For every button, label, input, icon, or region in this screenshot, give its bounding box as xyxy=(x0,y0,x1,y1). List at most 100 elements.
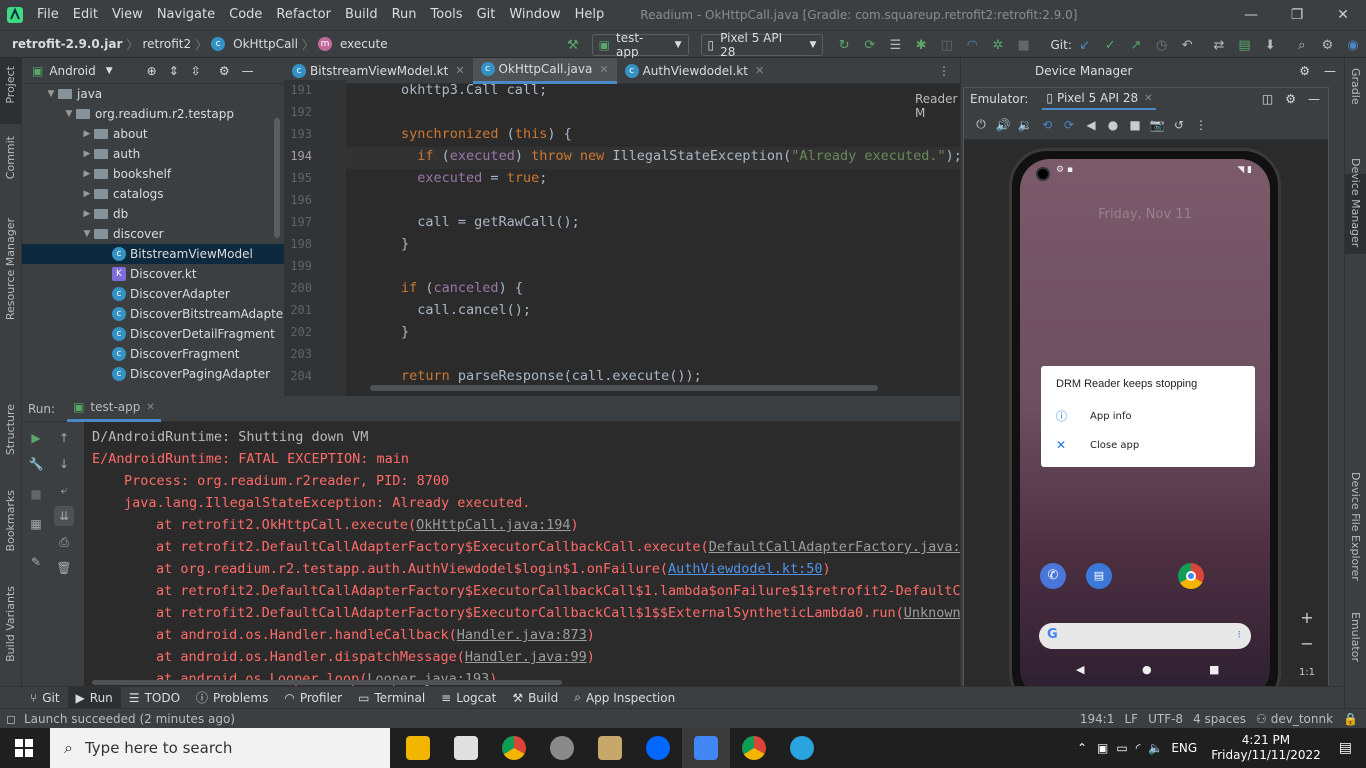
camera-icon[interactable]: 📷 xyxy=(1146,114,1168,136)
tab-test-app[interactable]: ▣ test-app ✕ xyxy=(67,396,161,422)
zoom-in-icon[interactable]: + xyxy=(1294,608,1320,634)
nav-recents-icon[interactable]: ■ xyxy=(1209,663,1219,676)
menu-file[interactable]: File xyxy=(30,0,66,30)
structure-tool-tab[interactable]: Structure xyxy=(4,404,17,455)
settings-gear-icon[interactable]: ⚙ xyxy=(219,64,230,78)
stacktrace-link[interactable]: OkHttpCall.java:194 xyxy=(416,517,570,533)
device-dropdown[interactable]: ▯ Pixel 5 API 28 ▼ xyxy=(700,31,824,59)
sdk-manager-icon[interactable]: ⬇ xyxy=(1259,34,1281,56)
tray-app-icon[interactable]: ▣ xyxy=(1097,741,1108,755)
rollback-icon[interactable]: ↶ xyxy=(1176,34,1198,56)
chevron-down-icon[interactable]: ▼ xyxy=(80,229,94,239)
device-manager-icon[interactable]: ▤ xyxy=(1234,34,1256,56)
tab-profiler[interactable]: ◠ Profiler xyxy=(276,687,350,709)
taskbar-search[interactable]: ⌕ Type here to search xyxy=(50,728,390,768)
code-area[interactable]: okhttp3.Call call; synchronized (this) { … xyxy=(284,80,962,396)
layout-icon[interactable]: ◫ xyxy=(1262,92,1273,106)
code-line[interactable]: okhttp3.Call call; xyxy=(401,82,547,98)
restore-window-button[interactable]: ❐ xyxy=(1274,0,1320,30)
tree-item[interactable]: ▼ org.readium.r2.testapp xyxy=(22,104,284,124)
nav-back-icon[interactable]: ◀ xyxy=(1076,663,1084,676)
chevron-down-icon[interactable]: ▼ xyxy=(44,89,58,99)
tree-item[interactable]: c DiscoverPagingAdapter xyxy=(22,364,284,384)
close-icon[interactable]: ✕ xyxy=(146,402,154,413)
chrome-app[interactable] xyxy=(490,728,538,768)
menu-view[interactable]: View xyxy=(105,0,150,30)
reader-mode-label[interactable]: Reader M xyxy=(915,92,960,120)
project-view-selector[interactable]: Android xyxy=(49,64,95,78)
emulator-tool-tab[interactable]: Emulator xyxy=(1349,612,1362,662)
apply-changes-icon[interactable]: ↻ xyxy=(833,34,855,56)
tree-item[interactable]: c DiscoverFragment xyxy=(22,344,284,364)
telegram-app[interactable] xyxy=(778,728,826,768)
editor-horizontal-scrollbar[interactable] xyxy=(370,385,878,391)
phone-app-icon[interactable]: ✆ xyxy=(1040,563,1066,589)
tree-item[interactable]: ▶ catalogs xyxy=(22,184,284,204)
code-line[interactable]: if (canceled) { xyxy=(401,280,523,296)
tab-terminal[interactable]: ▭ Terminal xyxy=(350,687,433,709)
menu-build[interactable]: Build xyxy=(338,0,385,30)
menu-edit[interactable]: Edit xyxy=(66,0,105,30)
debug-icon[interactable]: ✱ xyxy=(910,34,932,56)
tree-item[interactable]: c DiscoverDetailFragment xyxy=(22,324,284,344)
menu-window[interactable]: Window xyxy=(502,0,567,30)
caret-position[interactable]: 194:1 xyxy=(1080,712,1115,726)
code-line[interactable]: call = getRawCall(); xyxy=(401,214,580,230)
tree-scrollbar[interactable] xyxy=(274,118,280,238)
tab-app-inspection[interactable]: ⌕ App Inspection xyxy=(566,687,683,709)
tree-item[interactable]: ▶ auth xyxy=(22,144,284,164)
tree-item[interactable]: ▼ java xyxy=(22,84,284,104)
device-file-explorer-tool-tab[interactable]: Device File Explorer xyxy=(1349,472,1362,581)
zoom-out-icon[interactable]: − xyxy=(1294,634,1320,660)
lock-icon[interactable]: 🔒 xyxy=(1343,712,1358,726)
back-icon[interactable]: ◀ xyxy=(1080,114,1102,136)
snapshot-icon[interactable]: ↺ xyxy=(1168,114,1190,136)
tab-run[interactable]: ▶ Run xyxy=(67,686,121,709)
settings-gear-icon[interactable]: ⚙ xyxy=(1285,92,1296,106)
stacktrace-link[interactable]: Handler.java:873 xyxy=(457,627,587,643)
search-icon[interactable]: ⌕ xyxy=(1291,34,1313,56)
battery-icon[interactable]: ▭ xyxy=(1116,741,1127,755)
chevron-right-icon[interactable]: ▶ xyxy=(80,209,94,219)
tree-item[interactable]: ▶ bookshelf xyxy=(22,164,284,184)
console-output[interactable]: D/AndroidRuntime: Shutting down VM E/Andr… xyxy=(22,422,960,686)
breadcrumb-jar[interactable]: retrofit-2.9.0.jar xyxy=(0,37,126,51)
device-manager-tool-tab[interactable]: Device Manager xyxy=(1349,158,1362,247)
tab-build[interactable]: ⚒ Build xyxy=(504,687,566,709)
breadcrumb-package[interactable]: retrofit2 xyxy=(138,37,195,51)
stacktrace-link[interactable]: Unknown S xyxy=(904,605,960,621)
zoom-actual-size[interactable]: 1:1 xyxy=(1294,660,1320,686)
network-app[interactable] xyxy=(538,728,586,768)
chevron-down-icon[interactable]: ▼ xyxy=(106,66,113,76)
resource-manager-tool-tab[interactable]: Resource Manager xyxy=(4,218,17,320)
git-user[interactable]: dev_tonnk xyxy=(1271,712,1333,726)
menu-navigate[interactable]: Navigate xyxy=(150,0,222,30)
tree-item[interactable]: ▶ about xyxy=(22,124,284,144)
close-icon[interactable]: ✕ xyxy=(599,63,608,76)
stacktrace-link[interactable]: DefaultCallAdapterFactory.java:10 xyxy=(709,539,960,555)
chevron-right-icon[interactable]: ▶ xyxy=(80,129,94,139)
sync-gradle-icon[interactable]: ⇄ xyxy=(1208,34,1230,56)
chevron-up-icon[interactable]: ⌃ xyxy=(1077,741,1087,755)
locate-icon[interactable]: ⊕ xyxy=(147,64,157,78)
hide-panel-icon[interactable]: — xyxy=(1308,92,1320,106)
menu-refactor[interactable]: Refactor xyxy=(269,0,338,30)
more-icon[interactable]: ⋮ xyxy=(1190,114,1212,136)
stacktrace-link[interactable]: Handler.java:99 xyxy=(465,649,587,665)
tree-item[interactable]: c DiscoverAdapter xyxy=(22,284,284,304)
volume-up-icon[interactable]: 🔊 xyxy=(992,114,1014,136)
windows-start-button[interactable] xyxy=(0,728,48,768)
code-line[interactable]: return parseResponse(call.execute()); xyxy=(401,368,702,384)
code-line[interactable]: } xyxy=(401,236,409,252)
close-icon[interactable]: ✕ xyxy=(455,64,464,77)
home-icon[interactable]: ● xyxy=(1102,114,1124,136)
tree-item[interactable]: K Discover.kt xyxy=(22,264,284,284)
line-separator[interactable]: LF xyxy=(1124,712,1138,726)
close-icon[interactable]: ✕ xyxy=(755,64,764,77)
profile-icon[interactable]: ◠ xyxy=(962,34,984,56)
code-line[interactable]: executed = true; xyxy=(401,170,547,186)
run-config-dropdown[interactable]: ▣ test-app ▼ xyxy=(591,31,689,59)
tab-logcat[interactable]: ≡ Logcat xyxy=(433,687,504,709)
volume-icon[interactable]: 🔈 xyxy=(1148,741,1163,755)
android-studio-app[interactable] xyxy=(682,728,730,768)
